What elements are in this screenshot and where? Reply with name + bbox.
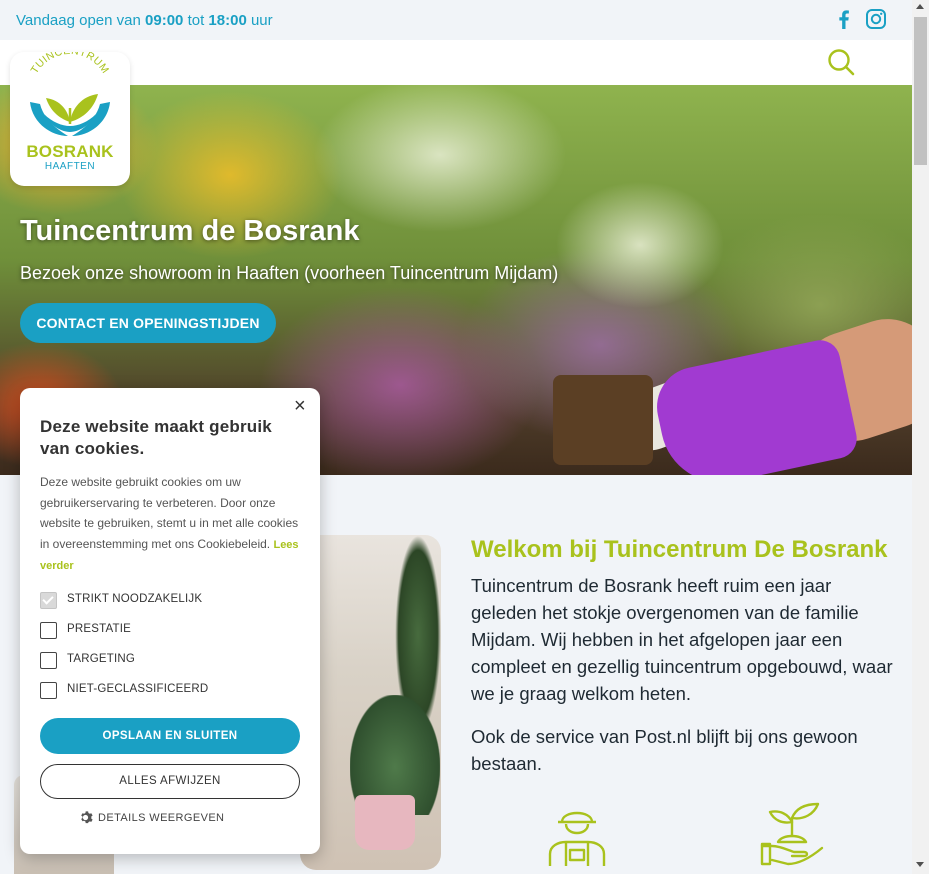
intro-paragraph: Tuincentrum de Bosrank heeft ruim een ja… [471,575,893,704]
logo-brand-text: BOSRANK [26,142,114,161]
close-time: 18:00 [208,12,247,29]
checkbox-targeting[interactable] [40,652,57,669]
postnl-paragraph: Ook de service van Post.nl blijft bij on… [471,726,858,774]
details-label[interactable]: DETAILS WEERGEVEN [98,812,224,824]
checkbox-strictly-necessary [40,592,57,609]
logo-location-text: HAAFTEN [44,161,96,172]
hero-image-plant-root [553,375,653,465]
search-icon[interactable] [826,47,856,77]
save-and-close-button[interactable]: OPSLAAN EN SLUITEN [40,718,300,754]
cookie-option-strictly-necessary: STRIKT NOODZAKELIJK [40,592,310,610]
checkbox-unclassified[interactable] [40,682,57,699]
cookie-body-text: Deze website gebruikt cookies om uw gebr… [40,475,299,551]
open-time: 09:00 [145,12,184,29]
close-icon[interactable]: × [294,396,306,416]
gear-icon [81,811,93,824]
hours-mid: tot [187,12,205,29]
page-scrollbar[interactable] [912,0,929,874]
svg-text:TUINCENTRUM: TUINCENTRUM [29,52,112,76]
option-label: STRIKT NOODZAKELIJK [67,593,203,605]
cookie-option-unclassified[interactable]: NIET-GECLASSIFICEERD [40,682,310,700]
scroll-down-arrow-icon[interactable] [916,862,924,867]
hero-image-glove [649,336,861,475]
logo-emblem-icon: TUINCENTRUM [29,52,112,136]
hero-title: Tuincentrum de Bosrank [20,215,360,247]
reject-all-button[interactable]: ALLES AFWIJZEN [40,764,300,799]
option-label[interactable]: TARGETING [67,653,135,665]
main-navigation [0,40,912,85]
hours-prefix: Vandaag open van [16,12,141,29]
cookie-consent-dialog: × Deze website maakt gebruik van cookies… [20,388,320,854]
facebook-icon[interactable] [832,7,856,31]
cookie-option-performance[interactable]: PRESTATIE [40,622,310,640]
option-label[interactable]: PRESTATIE [67,623,131,635]
plant-in-hand-icon [760,802,824,866]
cookie-dialog-body: Deze website gebruikt cookies om uw gebr… [40,472,302,577]
option-label[interactable]: NIET-GECLASSIFICEERD [67,683,208,695]
gardener-icon [548,811,606,866]
hours-suffix: uur [250,12,273,29]
cookie-option-targeting[interactable]: TARGETING [40,652,310,670]
welcome-heading: Welkom bij Tuincentrum De Bosrank [471,536,888,563]
hero-tagline: Bezoek onze showroom in Haaften (voorhee… [20,263,559,283]
top-bar: Vandaag open van 09:00 tot 18:00 uur [0,0,912,40]
instagram-icon[interactable] [864,7,888,31]
logo-arc-text: TUINCENTRUM [29,52,111,76]
scroll-up-arrow-icon[interactable] [916,4,924,9]
contact-hours-button[interactable]: CONTACT EN OPENINGSTIJDEN [20,303,276,343]
scrollbar-thumb[interactable] [914,17,927,165]
cookie-dialog-title: Deze website maakt gebruik van cookies. [40,417,272,458]
plants-interior-photo [300,535,441,870]
site-logo[interactable]: TUINCENTRUM BOSRANK HAAFTEN [10,52,130,186]
show-details-button[interactable]: DETAILS WEERGEVEN [81,811,224,824]
checkbox-performance[interactable] [40,622,57,639]
opening-hours-today: Vandaag open van 09:00 tot 18:00 uur [16,12,273,29]
